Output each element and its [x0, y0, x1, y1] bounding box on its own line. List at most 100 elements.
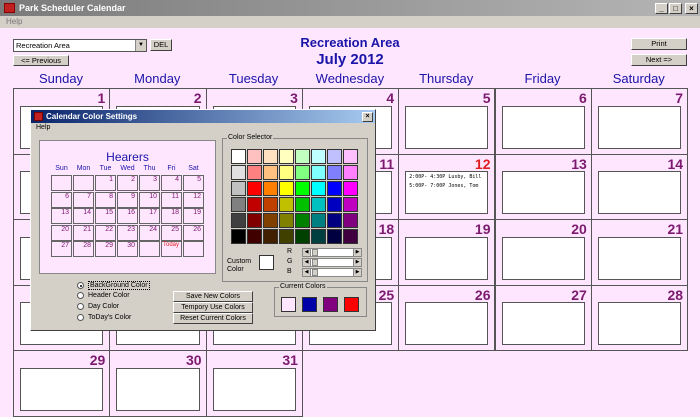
color-swatch[interactable]: [343, 213, 358, 228]
slider-thumb[interactable]: [312, 269, 318, 276]
radio-option[interactable]: Header Color: [77, 292, 130, 299]
slider-thumb[interactable]: [312, 259, 318, 266]
radio-dot[interactable]: [77, 282, 84, 289]
day-events-box[interactable]: [501, 105, 585, 149]
radio-dot[interactable]: [77, 303, 84, 310]
day-cell[interactable]: 21: [590, 219, 689, 286]
day-cell[interactable]: 26: [398, 284, 496, 352]
dialog-action-button[interactable]: Reset Current Colors: [173, 313, 253, 324]
color-swatch[interactable]: [295, 229, 310, 244]
color-swatch[interactable]: [311, 165, 326, 180]
day-events-box[interactable]: [597, 105, 682, 149]
color-swatch[interactable]: [263, 165, 278, 180]
menu-help[interactable]: Help: [6, 17, 22, 26]
day-cell[interactable]: 5: [398, 88, 496, 155]
color-swatch[interactable]: [247, 165, 262, 180]
radio-option[interactable]: ToDay's Color: [77, 314, 131, 321]
color-swatch[interactable]: [247, 181, 262, 196]
color-swatch[interactable]: [231, 181, 246, 196]
minimize-button[interactable]: _: [655, 2, 668, 14]
color-swatch[interactable]: [343, 181, 358, 196]
radio-option[interactable]: Day Color: [77, 303, 119, 310]
event-entry[interactable]: 5:00P- 7:00P Jones, Tom: [406, 181, 487, 190]
event-entry[interactable]: 2:00P- 4:30P Lusby, Bill: [406, 172, 487, 181]
print-button[interactable]: Print: [631, 38, 687, 50]
color-swatch[interactable]: [343, 229, 358, 244]
color-swatch[interactable]: [311, 149, 326, 164]
day-events-box[interactable]: [501, 171, 585, 215]
day-cell[interactable]: 13: [494, 153, 592, 221]
day-cell[interactable]: 19: [398, 219, 496, 286]
radio-dot[interactable]: [77, 292, 84, 299]
color-swatch[interactable]: [295, 165, 310, 180]
slider-left-icon[interactable]: ◀: [303, 269, 311, 276]
day-cell[interactable]: 12 2:00P- 4:30P Lusby, Bill 5:00P- 7:00P J…: [398, 153, 496, 221]
day-events-box[interactable]: [597, 171, 682, 215]
color-swatch[interactable]: [327, 197, 342, 212]
day-cell[interactable]: 30: [109, 350, 207, 417]
dialog-menu-help[interactable]: Help: [31, 123, 375, 133]
color-swatch[interactable]: [279, 149, 294, 164]
color-swatch[interactable]: [311, 181, 326, 196]
dialog-close-icon[interactable]: ×: [362, 111, 373, 122]
day-events-box[interactable]: [597, 236, 682, 280]
slider-thumb[interactable]: [312, 249, 318, 256]
color-swatch[interactable]: [327, 213, 342, 228]
day-events-box[interactable]: [405, 105, 489, 149]
color-swatch[interactable]: [231, 229, 246, 244]
color-swatch[interactable]: [343, 149, 358, 164]
day-cell[interactable]: 31: [205, 350, 303, 417]
day-events-box[interactable]: 2:00P- 4:30P Lusby, Bill 5:00P- 7:00P Jon…: [405, 171, 489, 215]
color-swatch[interactable]: [279, 165, 294, 180]
slider-left-icon[interactable]: ◀: [303, 249, 311, 256]
previous-button[interactable]: <= Previous: [13, 55, 69, 66]
day-cell[interactable]: 27: [494, 284, 592, 352]
dialog-action-button[interactable]: Tempory Use Colors: [173, 302, 253, 313]
del-button[interactable]: DEL: [150, 39, 172, 51]
day-cell[interactable]: 28: [590, 284, 689, 352]
color-swatch[interactable]: [231, 149, 246, 164]
slider-right-icon[interactable]: ▶: [353, 259, 361, 266]
rgb-slider-r[interactable]: ◀ ▶: [302, 248, 362, 257]
area-select[interactable]: Recreation Area ▼: [13, 39, 147, 52]
rgb-slider-g[interactable]: ◀ ▶: [302, 258, 362, 267]
color-swatch[interactable]: [263, 149, 278, 164]
next-button[interactable]: Next =>: [631, 54, 687, 66]
color-swatch[interactable]: [327, 149, 342, 164]
day-cell[interactable]: 7: [590, 88, 689, 155]
color-swatch[interactable]: [295, 149, 310, 164]
day-cell[interactable]: 29: [13, 350, 111, 417]
color-swatch[interactable]: [327, 229, 342, 244]
day-events-box[interactable]: [597, 302, 682, 346]
color-swatch[interactable]: [295, 197, 310, 212]
color-swatch[interactable]: [231, 213, 246, 228]
color-swatch[interactable]: [311, 197, 326, 212]
close-button[interactable]: ×: [685, 2, 698, 14]
color-swatch[interactable]: [279, 181, 294, 196]
day-cell[interactable]: 20: [494, 219, 592, 286]
slider-right-icon[interactable]: ▶: [353, 269, 361, 276]
color-swatch[interactable]: [263, 197, 278, 212]
color-swatch[interactable]: [327, 165, 342, 180]
radio-dot[interactable]: [77, 314, 84, 321]
dialog-action-button[interactable]: Save New Colors: [173, 291, 253, 302]
day-cell[interactable]: 6: [494, 88, 592, 155]
maximize-button[interactable]: □: [669, 2, 682, 14]
color-swatch[interactable]: [247, 197, 262, 212]
current-color-swatch[interactable]: [281, 297, 296, 312]
color-swatch[interactable]: [327, 181, 342, 196]
current-color-swatch[interactable]: [323, 297, 338, 312]
chevron-down-icon[interactable]: ▼: [135, 40, 146, 51]
custom-color-swatch[interactable]: [259, 255, 274, 270]
day-events-box[interactable]: [405, 302, 489, 346]
slider-right-icon[interactable]: ▶: [353, 249, 361, 256]
color-swatch[interactable]: [247, 229, 262, 244]
color-swatch[interactable]: [279, 213, 294, 228]
color-swatch[interactable]: [311, 229, 326, 244]
color-swatch[interactable]: [295, 213, 310, 228]
rgb-slider-b[interactable]: ◀ ▶: [302, 268, 362, 277]
color-swatch[interactable]: [247, 149, 262, 164]
color-swatch[interactable]: [343, 165, 358, 180]
color-swatch[interactable]: [263, 181, 278, 196]
day-events-box[interactable]: [20, 367, 104, 411]
